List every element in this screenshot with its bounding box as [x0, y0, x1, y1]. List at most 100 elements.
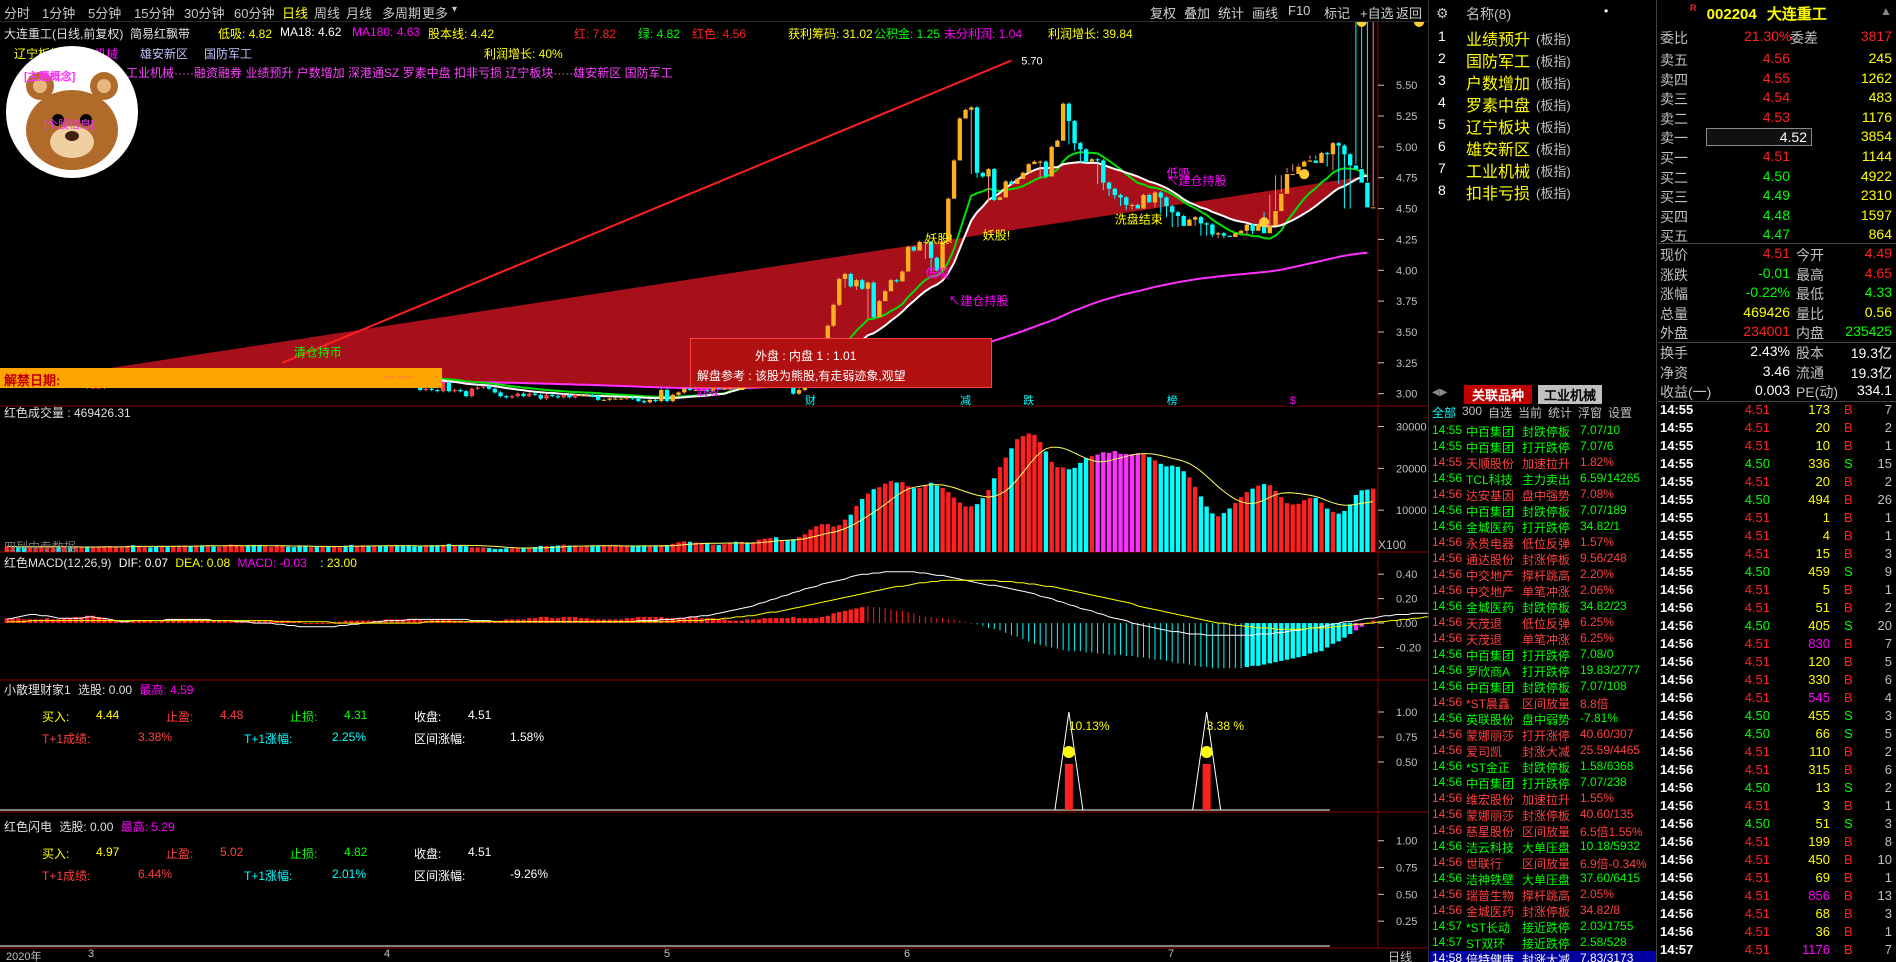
feed-subtab-6[interactable]: 设置 [1608, 404, 1632, 421]
more-chevron-icon[interactable]: ▾ [452, 4, 457, 15]
period-tab-4[interactable]: 30分钟 [184, 3, 224, 22]
ask-row[interactable]: 卖三 4.54 483 [1658, 89, 1896, 109]
feed-tab-1[interactable]: 工业机械 [1538, 385, 1603, 404]
indicator-name[interactable]: 简易红飘带 [130, 25, 190, 42]
feed-row[interactable]: 14:56 蒙娜丽莎 打开涨停 40.60/307 [1430, 727, 1656, 743]
sector-item[interactable]: 4 罗素中盘 (板指) [1432, 92, 1652, 115]
toolbar-button-4[interactable]: F10 [1288, 3, 1310, 18]
feed-row[interactable]: 14:56 金城医药 打开跌停 34.82/1 [1430, 519, 1656, 535]
feed-row[interactable]: 14:56 TCL科技 主力卖出 6.59/14265 [1430, 471, 1656, 487]
concept-tag-3[interactable]: 国防军工 [204, 45, 252, 62]
feed-subtab-4[interactable]: 统计 [1548, 404, 1572, 421]
period-tab-8[interactable]: 月线 [346, 3, 372, 22]
feed-row[interactable]: 14:57 *ST长动 接近跌停 2.03/1755 [1430, 919, 1656, 935]
feed-row[interactable]: 14:56 洁云科技 大单压盘 10.18/5932 [1430, 839, 1656, 855]
feed-row[interactable]: 14:56 慈星股份 区间放量 6.5倍1.55% [1430, 823, 1656, 839]
toolbar-button-2[interactable]: 统计 [1218, 3, 1244, 22]
period-tab-5[interactable]: 60分钟 [234, 3, 274, 22]
feed-subtab-1[interactable]: 300 [1462, 404, 1482, 418]
tick-row: 14:55 4.51 20 B 2 [1658, 420, 1896, 438]
period-tab-0[interactable]: 分时 [4, 3, 30, 22]
feed-row[interactable]: 14:56 维宏股份 加速拉升 1.55% [1430, 791, 1656, 807]
toolbar-button-3[interactable]: 画线 [1252, 3, 1278, 22]
feed-row[interactable]: 14:56 中交地产 单笔冲涨 2.06% [1430, 583, 1656, 599]
period-tab-10[interactable]: 更多 [422, 3, 448, 22]
feed-row[interactable]: 14:56 *ST晨鑫 区间放量 8.8倍 [1430, 695, 1656, 711]
feed-time: 14:57 [1432, 935, 1463, 949]
feed-row[interactable]: 14:55 中百集团 打开跌停 7.07/6 [1430, 439, 1656, 455]
toolbar-button-5[interactable]: 标记 [1324, 3, 1350, 22]
feed-subtab-2[interactable]: 自选 [1488, 404, 1512, 421]
feed-row[interactable]: 14:56 中百集团 打开跌停 7.08/0 [1430, 647, 1656, 663]
gear-icon[interactable]: ⚙ [1436, 5, 1449, 22]
feed-row[interactable]: 14:56 中百集团 封跌停板 7.07/108 [1430, 679, 1656, 695]
feed-row[interactable]: 14:56 达安基因 盘中强势 7.08% [1430, 487, 1656, 503]
ask-row[interactable]: 卖一 4.52 3854 [1658, 128, 1896, 148]
feed-subtab-5[interactable]: 浮窗 [1578, 404, 1602, 421]
feed-row[interactable]: 14:56 世联行 区间放量 6.9倍-0.34% [1430, 855, 1656, 871]
feed-row[interactable]: 14:56 永贵电器 低位反弹 1.57% [1430, 535, 1656, 551]
feed-row[interactable]: 14:57 ST双环 接近跌停 2.58/528 [1430, 935, 1656, 951]
scroll-up-icon[interactable]: ▲ [1880, 4, 1892, 18]
sector-header[interactable]: 名称(8) [1466, 4, 1511, 24]
fund-value: 2.43% [1750, 343, 1790, 359]
feed-row[interactable]: 14:56 英联股份 盘中弱势 -7.81% [1430, 711, 1656, 727]
feed-value: 40.60/135 [1580, 807, 1634, 821]
feed-left-arrow-icon[interactable]: ◀▶ [1432, 387, 1447, 398]
feed-row[interactable]: 14:56 *ST金正 封跌停板 1.58/6368 [1430, 759, 1656, 775]
period-tab-3[interactable]: 15分钟 [134, 3, 174, 22]
ask-row[interactable]: 卖四 4.55 1262 [1658, 70, 1896, 90]
feed-subtab-3[interactable]: 当前 [1518, 404, 1542, 421]
sector-item[interactable]: 2 国防军工 (板指) [1432, 48, 1652, 71]
feed-row[interactable]: 14:56 金城医药 封跌停板 34.82/23 [1430, 599, 1656, 615]
avatar[interactable]: [主题概念] [个股信息] [6, 46, 138, 178]
feed-row[interactable]: 14:56 通达股份 封涨停板 9.56/248 [1430, 551, 1656, 567]
bid-row[interactable]: 买三 4.49 2310 [1658, 187, 1896, 207]
candle-body [1043, 161, 1049, 177]
feed-row[interactable]: 14:56 金城医药 封涨停板 34.82/8 [1430, 903, 1656, 919]
ask-row[interactable]: 卖五 4.56 245 [1658, 50, 1896, 70]
feed-tab-0[interactable]: 关联品种 [1464, 385, 1533, 404]
toolbar-button-6[interactable]: +自选 [1360, 3, 1394, 22]
ask-row[interactable]: 卖二 4.53 1176 [1658, 109, 1896, 129]
candle-body [1049, 146, 1054, 177]
period-tab-9[interactable]: 多周期 [382, 3, 421, 22]
feed-row[interactable]: 14:56 爱司凯 封涨大减 25.59/4465 [1430, 743, 1656, 759]
sector-item[interactable]: 3 户数增加 (板指) [1432, 70, 1652, 93]
feed-row[interactable]: 14:56 瑞普生物 撑杆跳高 2.05% [1430, 887, 1656, 903]
concept-tag-2[interactable]: 雄安新区 [140, 45, 188, 62]
feed-row[interactable]: 14:56 天茂退 单笔冲涨 6.25% [1430, 631, 1656, 647]
bid-row[interactable]: 买二 4.50 4922 [1658, 168, 1896, 188]
bid-row[interactable]: 买四 4.48 1597 [1658, 207, 1896, 227]
feed-row[interactable]: 14:56 蒙娜丽莎 封涨停板 40.60/135 [1430, 807, 1656, 823]
toolbar-button-0[interactable]: 复权 [1150, 3, 1176, 22]
sector-item[interactable]: 1 业绩预升 (板指) [1432, 26, 1652, 49]
bid-row[interactable]: 买一 4.51 1144 [1658, 148, 1896, 168]
r-icon: R [1690, 3, 1697, 13]
feed-row[interactable]: 14:56 中百集团 封跌停板 7.07/189 [1430, 503, 1656, 519]
theme-concept-tag[interactable]: [主题概念] [24, 68, 75, 84]
feed-row[interactable]: 14:55 天顺股份 加速拉升 1.82% [1430, 455, 1656, 471]
feed-row[interactable]: 14:56 中百集团 打开跌停 7.07/238 [1430, 775, 1656, 791]
trade-advice-popup[interactable]: 外盘 : 内盘 1 : 1.01 解盘参考 : 该股为熊股,有走弱迹象,观望 [690, 338, 992, 388]
stock-info-tag[interactable]: [个股信息] [44, 116, 94, 132]
feed-subtab-0[interactable]: 全部 [1432, 404, 1456, 421]
toolbar-button-1[interactable]: 叠加 [1184, 3, 1210, 22]
period-tab-1[interactable]: 1分钟 [42, 3, 75, 22]
period-tab-7[interactable]: 周线 [314, 3, 340, 22]
toolbar-button-7[interactable]: 返回 [1396, 3, 1422, 22]
sector-item[interactable]: 5 辽宁板块 (板指) [1432, 114, 1652, 137]
feed-row[interactable]: 14:56 洁神铁壁 大单压盘 37.60/6415 [1430, 871, 1656, 887]
period-tab-6[interactable]: 日线 [282, 3, 308, 22]
feed-row[interactable]: 14:56 天茂退 低位反弹 6.25% [1430, 615, 1656, 631]
sector-item[interactable]: 6 雄安新区 (板指) [1432, 136, 1652, 159]
feed-row[interactable]: 14:56 罗欣商A 打开跌停 19.83/2777 [1430, 663, 1656, 679]
sector-item[interactable]: 8 扣非亏损 (板指) [1432, 180, 1652, 203]
sector-item[interactable]: 7 工业机械 (板指) [1432, 158, 1652, 181]
period-tab-2[interactable]: 5分钟 [88, 3, 121, 22]
feed-row[interactable]: 14:58 倍特健康 封涨大减 7.83/3173 [1430, 951, 1656, 962]
feed-row[interactable]: 14:56 中交地产 撑杆跳高 2.20% [1430, 567, 1656, 583]
feed-row[interactable]: 14:55 中百集团 封跌停板 7.07/10 [1430, 423, 1656, 439]
tick-time: 14:56 [1660, 762, 1694, 777]
volume-bar [561, 544, 566, 552]
